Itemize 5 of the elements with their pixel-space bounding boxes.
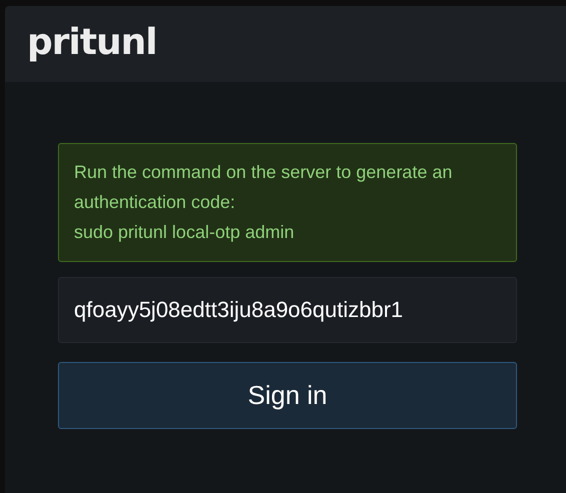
sign-in-button[interactable]: Sign in bbox=[58, 362, 517, 429]
logo: pritunl bbox=[27, 22, 157, 62]
token-field[interactable]: qfoayy5j08edtt3iju8a9o6qutizbbr1 bbox=[58, 277, 517, 343]
alert-command: sudo pritunl local-otp admin bbox=[74, 221, 296, 244]
alert-message: Run the command on the server to generate an authentication code: bbox=[74, 161, 454, 214]
